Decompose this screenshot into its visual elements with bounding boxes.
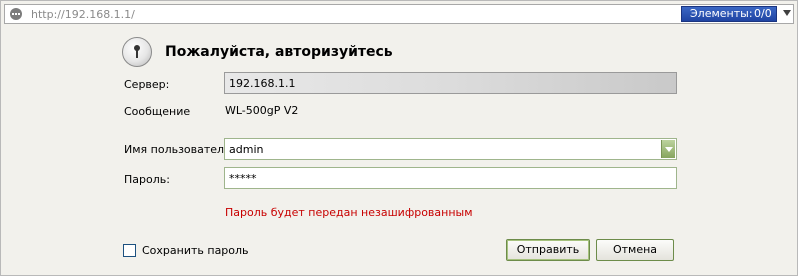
cancel-button[interactable]: Отмена <box>596 239 674 261</box>
save-password-label[interactable]: Сохранить пароль <box>142 244 249 257</box>
server-field: 192.168.1.1 <box>224 72 677 94</box>
elements-count: 0/0 <box>754 7 772 20</box>
password-value: ***** <box>229 172 257 185</box>
save-password-checkbox[interactable] <box>123 244 136 257</box>
elements-label: Элементы: <box>690 7 753 20</box>
message-value: WL-500gP V2 <box>225 104 299 117</box>
address-bar[interactable]: http://192.168.1.1/ Элементы: 0/0 <box>4 4 794 24</box>
send-button[interactable]: Отправить <box>506 239 590 261</box>
dialog-title: Пожалуйста, авторизуйтесь <box>165 44 393 60</box>
password-label: Пароль: <box>124 173 170 186</box>
server-value: 192.168.1.1 <box>229 77 296 90</box>
chevron-down-icon[interactable] <box>783 10 791 16</box>
chevron-down-icon <box>665 147 673 152</box>
auth-window: http://192.168.1.1/ Элементы: 0/0 Пожалу… <box>0 0 798 276</box>
url-text[interactable]: http://192.168.1.1/ <box>31 8 135 21</box>
message-label: Сообщение <box>124 105 191 118</box>
username-field[interactable]: admin <box>224 138 677 160</box>
page-info-icon[interactable] <box>10 8 22 20</box>
username-dropdown-button[interactable] <box>661 140 675 158</box>
username-label: Имя пользователя: <box>124 143 235 156</box>
keyhole-icon <box>122 37 152 67</box>
username-value: admin <box>229 143 264 156</box>
unencrypted-warning: Пароль будет передан незашифрованным <box>225 206 473 219</box>
password-field[interactable]: ***** <box>224 167 677 189</box>
elements-button[interactable]: Элементы: 0/0 <box>681 6 777 22</box>
server-label: Сервер: <box>124 78 170 91</box>
